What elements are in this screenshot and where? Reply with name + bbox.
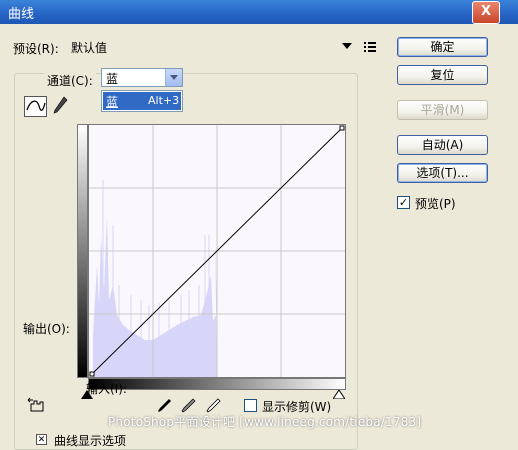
close-button[interactable]: X: [472, 1, 500, 24]
histogram: [93, 215, 217, 377]
channel-option-blue[interactable]: 蓝 Alt+3: [103, 92, 181, 110]
channel-value: 蓝: [106, 72, 119, 86]
window-title: 曲线: [8, 7, 35, 22]
channel-option-shortcut: Alt+3: [148, 94, 180, 107]
curve-display-options-label[interactable]: 曲线显示选项: [54, 432, 126, 449]
channel-select[interactable]: 蓝: [101, 68, 183, 87]
output-gradient-bar: [77, 124, 88, 378]
output-label: 输出(O):: [23, 322, 70, 336]
channel-option-label: 蓝: [106, 95, 119, 109]
options-button[interactable]: 选项(T)...: [397, 163, 488, 183]
channel-dropdown: 蓝 Alt+3: [101, 90, 183, 112]
channel-label: 通道(C):: [44, 72, 96, 89]
curve-svg[interactable]: [89, 125, 345, 377]
preview-checkbox[interactable]: ✓: [397, 196, 410, 209]
show-clipping-checkbox[interactable]: [244, 399, 257, 412]
chevron-down-icon: [342, 43, 352, 49]
curve-point-white[interactable]: [339, 125, 345, 131]
curve-icon: [26, 100, 46, 111]
input-label: 输入(I):: [86, 382, 127, 396]
auto-button[interactable]: 自动(A): [397, 135, 488, 155]
dialog-body: 预设(R): 默认值 确定 复位 平滑(M) 自动(A) 选项(T)... ✓ …: [4, 24, 514, 450]
title-bar: 曲线 X: [0, 0, 518, 24]
ok-button[interactable]: 确定: [397, 37, 488, 57]
reset-button[interactable]: 复位: [397, 65, 488, 85]
watermark: PhotoShop平面设计吧 [www.lineeg.com/tieba/178…: [108, 415, 422, 429]
preset-select[interactable]: 默认值: [67, 37, 354, 56]
curve-point-black[interactable]: [89, 371, 95, 377]
smooth-button[interactable]: 平滑(M): [397, 100, 488, 120]
expand-collapse-icon[interactable]: ✕: [36, 434, 47, 445]
curve-graph[interactable]: [88, 124, 346, 378]
preset-value: 默认值: [71, 41, 108, 55]
preview-label: 预览(P): [415, 197, 456, 211]
curve-tool-button[interactable]: [24, 96, 47, 117]
preset-options-icon[interactable]: [364, 41, 378, 53]
preset-label: 预设(R):: [13, 42, 59, 56]
white-point-slider[interactable]: [333, 390, 345, 399]
chevron-down-icon[interactable]: [165, 69, 182, 86]
pencil-icon[interactable]: [52, 96, 68, 116]
hand-adjust-icon[interactable]: [27, 397, 49, 415]
